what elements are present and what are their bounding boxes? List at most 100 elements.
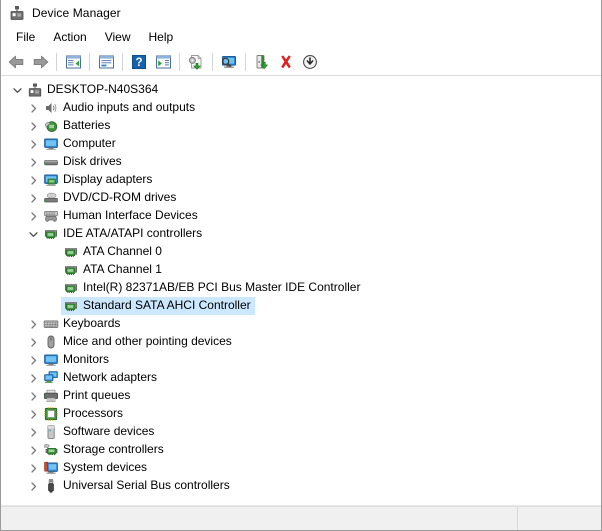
status-bar-secondary-pane bbox=[518, 507, 601, 530]
tree-item-standard-sata-ahci-controller[interactable]: Standard SATA AHCI Controller bbox=[1, 297, 601, 315]
tree-item-mice-and-other-pointing-devices[interactable]: Mice and other pointing devices bbox=[1, 333, 601, 351]
monitor-icon bbox=[41, 351, 61, 369]
chevron-down-icon[interactable] bbox=[25, 225, 41, 243]
toolbar-separator bbox=[122, 53, 123, 71]
scan-for-hardware-changes-button[interactable] bbox=[151, 51, 175, 73]
tree-item-keyboards[interactable]: Keyboards bbox=[1, 315, 601, 333]
tree-item-label: ATA Channel 1 bbox=[81, 261, 166, 279]
update-driver-button[interactable] bbox=[184, 51, 208, 73]
hid-gamepad-icon bbox=[41, 207, 61, 225]
chevron-right-icon[interactable] bbox=[25, 351, 41, 369]
tree-item-label: Software devices bbox=[61, 423, 158, 441]
menu-bar: File Action View Help bbox=[1, 25, 601, 49]
tree-item-label: System devices bbox=[61, 459, 151, 477]
tree-item-label: Intel(R) 82371AB/EB PCI Bus Master IDE C… bbox=[81, 279, 364, 297]
tree-item-label: Standard SATA AHCI Controller bbox=[81, 297, 255, 315]
chevron-right-icon[interactable] bbox=[25, 315, 41, 333]
tree-item-label: Batteries bbox=[61, 117, 114, 135]
help-button[interactable]: ? bbox=[127, 51, 151, 73]
forward-button[interactable] bbox=[28, 51, 52, 73]
tree-item-audio-inputs-and-outputs[interactable]: Audio inputs and outputs bbox=[1, 99, 601, 117]
battery-icon bbox=[41, 117, 61, 135]
svg-text:?: ? bbox=[135, 57, 142, 69]
properties-button[interactable] bbox=[94, 51, 118, 73]
tree-item-batteries[interactable]: Batteries bbox=[1, 117, 601, 135]
chevron-right-icon[interactable] bbox=[25, 441, 41, 459]
back-button[interactable] bbox=[4, 51, 28, 73]
tree-item-label: Display adapters bbox=[61, 171, 156, 189]
tree-item-processors[interactable]: Processors bbox=[1, 405, 601, 423]
tree-item-label: DVD/CD-ROM drives bbox=[61, 189, 180, 207]
display-adapter-icon bbox=[41, 171, 61, 189]
chevron-right-icon[interactable] bbox=[25, 405, 41, 423]
tree-item-disk-drives[interactable]: Disk drives bbox=[1, 153, 601, 171]
chevron-down-icon[interactable] bbox=[9, 81, 25, 99]
tree-item-label: Universal Serial Bus controllers bbox=[61, 477, 234, 495]
chevron-right-icon[interactable] bbox=[25, 153, 41, 171]
window-title: Device Manager bbox=[32, 6, 121, 20]
device-tree[interactable]: DESKTOP-N40S364 Audio inputs and outputs bbox=[1, 76, 601, 500]
network-adapter-icon bbox=[41, 369, 61, 387]
storage-controller-icon bbox=[41, 441, 61, 459]
status-bar bbox=[1, 506, 601, 530]
ide-controller-icon bbox=[61, 261, 81, 279]
chevron-right-icon[interactable] bbox=[25, 99, 41, 117]
chevron-right-icon[interactable] bbox=[25, 387, 41, 405]
printer-icon bbox=[41, 387, 61, 405]
software-device-icon bbox=[41, 423, 61, 441]
chevron-right-icon[interactable] bbox=[25, 117, 41, 135]
ide-controller-icon bbox=[61, 243, 81, 261]
tree-item-label: DESKTOP-N40S364 bbox=[45, 81, 162, 99]
tree-item-software-devices[interactable]: Software devices bbox=[1, 423, 601, 441]
tree-item-dvd-cdrom-drives[interactable]: DVD/CD-ROM drives bbox=[1, 189, 601, 207]
processor-chip-icon bbox=[41, 405, 61, 423]
optical-drive-icon bbox=[41, 189, 61, 207]
tree-item-human-interface-devices[interactable]: Human Interface Devices bbox=[1, 207, 601, 225]
tree-item-label: IDE ATA/ATAPI controllers bbox=[61, 225, 206, 243]
tree-item-monitors[interactable]: Monitors bbox=[1, 351, 601, 369]
toolbar-separator bbox=[56, 53, 57, 71]
tree-item-intel-82371ab-eb-pci-bus-master-ide-controller[interactable]: Intel(R) 82371AB/EB PCI Bus Master IDE C… bbox=[1, 279, 601, 297]
show-hide-console-tree-button[interactable] bbox=[61, 51, 85, 73]
tree-item-network-adapters[interactable]: Network adapters bbox=[1, 369, 601, 387]
tree-item-label: Mice and other pointing devices bbox=[61, 333, 236, 351]
chevron-right-icon[interactable] bbox=[25, 477, 41, 495]
device-manager-window: Device Manager File Action View Help bbox=[0, 0, 602, 531]
tree-item-label: Audio inputs and outputs bbox=[61, 99, 199, 117]
menu-help[interactable]: Help bbox=[141, 28, 182, 47]
menu-view[interactable]: View bbox=[97, 28, 139, 47]
menu-action[interactable]: Action bbox=[45, 28, 94, 47]
tree-item-system-devices[interactable]: System devices bbox=[1, 459, 601, 477]
enable-device-button[interactable] bbox=[250, 51, 274, 73]
system-device-icon bbox=[41, 459, 61, 477]
view-devices-button[interactable] bbox=[217, 51, 241, 73]
chevron-right-icon[interactable] bbox=[25, 135, 41, 153]
disk-drive-icon bbox=[41, 153, 61, 171]
tree-item-print-queues[interactable]: Print queues bbox=[1, 387, 601, 405]
chevron-right-icon[interactable] bbox=[25, 423, 41, 441]
tree-item-label: Computer bbox=[61, 135, 120, 153]
chevron-right-icon[interactable] bbox=[25, 333, 41, 351]
title-bar: Device Manager bbox=[1, 0, 601, 25]
device-manager-icon bbox=[9, 5, 25, 21]
tree-item-display-adapters[interactable]: Display adapters bbox=[1, 171, 601, 189]
tree-item-ide-ata-atapi-controllers[interactable]: IDE ATA/ATAPI controllers bbox=[1, 225, 601, 243]
menu-file[interactable]: File bbox=[8, 28, 43, 47]
disable-device-button[interactable] bbox=[298, 51, 322, 73]
chevron-right-icon[interactable] bbox=[25, 207, 41, 225]
tree-item-universal-serial-bus-controllers[interactable]: Universal Serial Bus controllers bbox=[1, 477, 601, 495]
tree-item-ata-channel-0[interactable]: ATA Channel 0 bbox=[1, 243, 601, 261]
tree-item-label: ATA Channel 0 bbox=[81, 243, 166, 261]
tree-item-label: Print queues bbox=[61, 387, 134, 405]
chevron-right-icon[interactable] bbox=[25, 369, 41, 387]
tree-item-desktop-n40s364[interactable]: DESKTOP-N40S364 bbox=[1, 81, 601, 99]
mouse-icon bbox=[41, 333, 61, 351]
chevron-right-icon[interactable] bbox=[25, 459, 41, 477]
tree-item-ata-channel-1[interactable]: ATA Channel 1 bbox=[1, 261, 601, 279]
tree-item-label: Processors bbox=[61, 405, 127, 423]
tree-item-storage-controllers[interactable]: Storage controllers bbox=[1, 441, 601, 459]
chevron-right-icon[interactable] bbox=[25, 171, 41, 189]
chevron-right-icon[interactable] bbox=[25, 189, 41, 207]
uninstall-device-button[interactable] bbox=[274, 51, 298, 73]
tree-item-computer[interactable]: Computer bbox=[1, 135, 601, 153]
